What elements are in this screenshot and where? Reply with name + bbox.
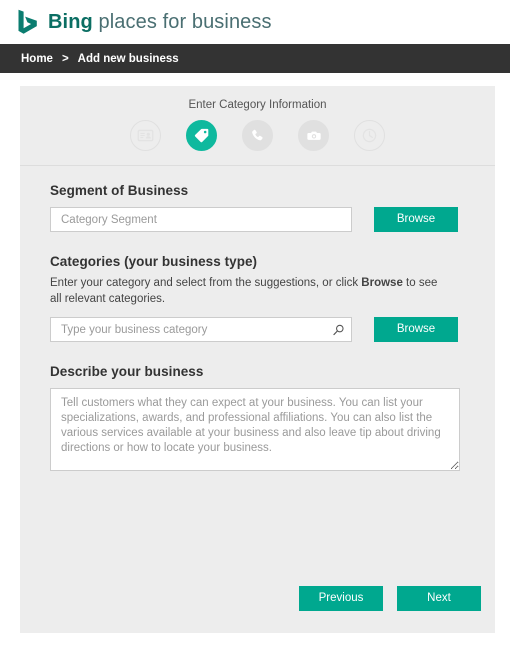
previous-button[interactable]: Previous	[299, 586, 383, 611]
business-card-icon	[137, 129, 154, 142]
panel-wrapper: Enter Category Information Segment of Bu…	[0, 73, 510, 633]
categories-browse-button[interactable]: Browse	[374, 317, 458, 342]
step-category-info[interactable]	[186, 120, 217, 151]
step-business-info[interactable]	[130, 120, 161, 151]
wizard-stepper: Enter Category Information	[20, 86, 495, 166]
panel-footer: Previous Next	[299, 586, 481, 611]
categories-row: Browse	[50, 317, 473, 342]
camera-icon	[306, 131, 321, 140]
describe-label: Describe your business	[50, 364, 204, 379]
stepper-icon-row	[130, 120, 385, 151]
describe-business-textarea[interactable]	[50, 388, 460, 471]
categories-label: Categories (your business type)	[50, 254, 258, 269]
stepper-title: Enter Category Information	[188, 99, 327, 111]
segment-input[interactable]	[50, 207, 352, 232]
bing-b-logo-icon	[18, 9, 37, 34]
brand-name-light: places for business	[92, 10, 272, 33]
category-search-input[interactable]	[50, 317, 352, 342]
segment-row: Browse	[50, 207, 473, 232]
categories-input-wrap	[50, 317, 352, 342]
segment-label: Segment of Business	[50, 183, 189, 198]
category-form: Segment of Business Browse Categories (y…	[20, 166, 495, 471]
phone-icon	[252, 129, 263, 141]
breadcrumb: Home > Add new business	[0, 44, 510, 73]
next-button[interactable]: Next	[397, 586, 481, 611]
helper-bold: Browse	[361, 277, 403, 289]
segment-browse-button[interactable]: Browse	[374, 207, 458, 232]
step-photos[interactable]	[298, 120, 329, 151]
step-contact-info[interactable]	[242, 120, 273, 151]
step-hours[interactable]	[354, 120, 385, 151]
add-business-panel: Enter Category Information Segment of Bu…	[20, 86, 495, 633]
brand-header: Bing places for business	[0, 0, 510, 44]
categories-helper-text: Enter your category and select from the …	[50, 275, 450, 307]
breadcrumb-current-page: Add new business	[77, 52, 179, 65]
clock-icon	[362, 128, 377, 143]
breadcrumb-home-link[interactable]: Home	[21, 53, 53, 65]
helper-prefix: Enter your category and select from the …	[50, 277, 362, 289]
breadcrumb-separator: >	[61, 52, 69, 65]
brand-name-bold: Bing	[48, 10, 93, 33]
segment-input-wrap	[50, 207, 352, 232]
tag-icon	[194, 128, 209, 143]
brand-title: Bing places for business	[48, 11, 272, 34]
